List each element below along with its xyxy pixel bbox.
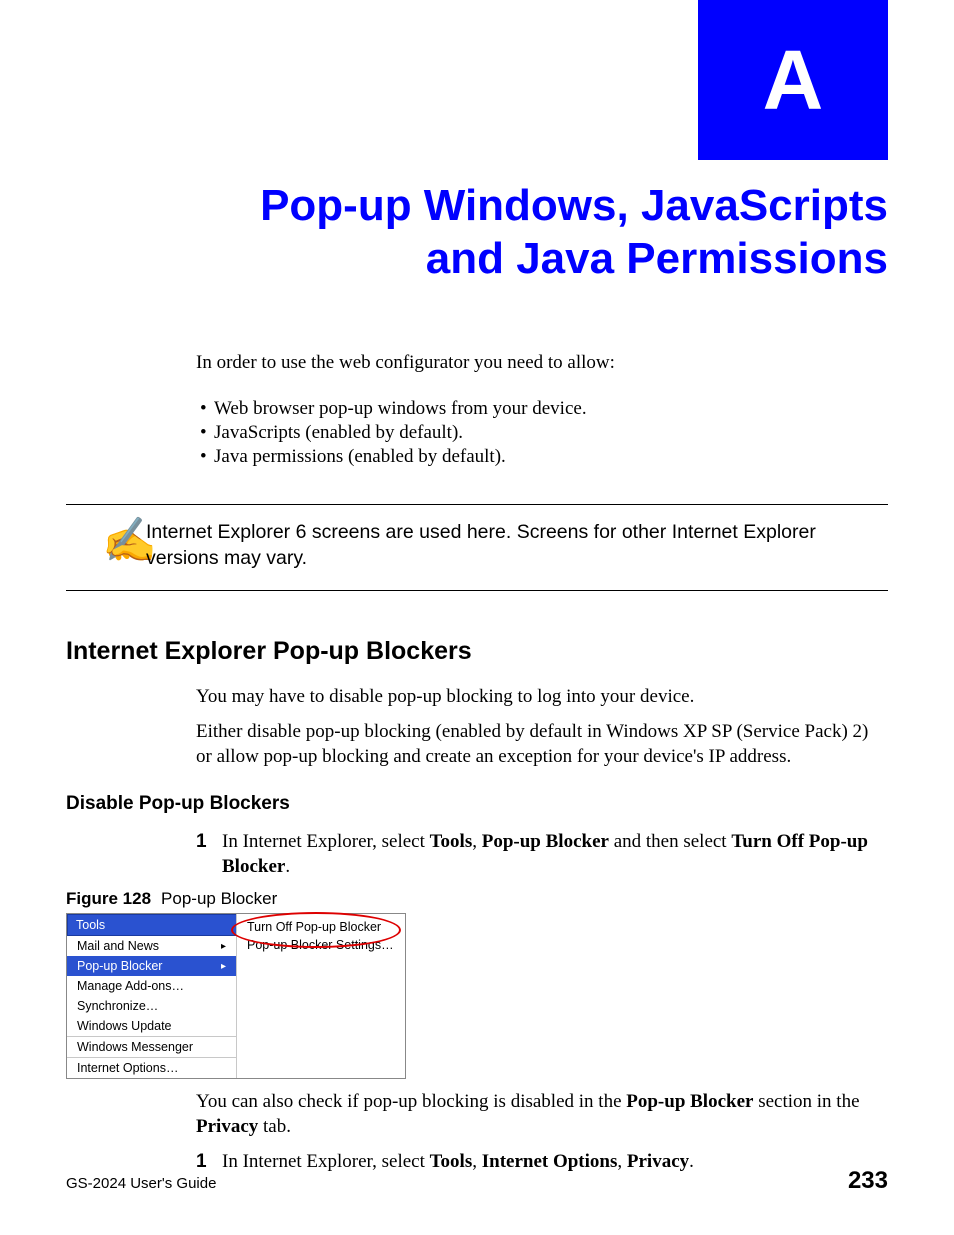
- footer-page-number: 233: [848, 1167, 888, 1195]
- step-1: 1 In Internet Explorer, select Tools, Po…: [196, 829, 888, 879]
- menu-item-label: Pop-up Blocker: [77, 959, 162, 973]
- step-text: In Internet Explorer, select Tools, Pop-…: [222, 829, 888, 879]
- note-text: Internet Explorer 6 screens are used her…: [146, 519, 888, 572]
- text-fragment: and then select: [609, 831, 731, 852]
- menu-item-popup-blocker[interactable]: Pop-up Blocker ▸: [67, 956, 236, 976]
- note-block: ✍ Internet Explorer 6 screens are used h…: [66, 504, 888, 591]
- page-footer: GS-2024 User's Guide 233: [66, 1167, 888, 1195]
- menu-item-mail-and-news[interactable]: Mail and News ▸: [67, 936, 236, 956]
- text-fragment: tab.: [258, 1116, 291, 1137]
- submenu-item-turn-off[interactable]: Turn Off Pop-up Blocker: [239, 918, 403, 936]
- text-fragment: .: [285, 856, 290, 877]
- appendix-tab: A: [698, 0, 888, 160]
- figure-label: Figure 128: [66, 889, 151, 908]
- appendix-letter: A: [763, 38, 824, 122]
- list-item: Java permissions (enabled by default).: [214, 446, 888, 468]
- text-fragment: ,: [472, 831, 482, 852]
- requirements-list: Web browser pop-up windows from your dev…: [196, 398, 888, 468]
- menu-item-label: Windows Update: [77, 1019, 172, 1033]
- menu-item-windows-messenger[interactable]: Windows Messenger: [67, 1036, 236, 1057]
- note-icon: ✍: [66, 519, 146, 563]
- text-fragment: section in the: [753, 1091, 859, 1112]
- figure-title: Pop-up Blocker: [161, 889, 277, 908]
- menu-item-manage-addons[interactable]: Manage Add-ons…: [67, 976, 236, 996]
- list-item: Web browser pop-up windows from your dev…: [214, 398, 888, 420]
- menu-item-label: Synchronize…: [77, 999, 158, 1013]
- popup-blocker-submenu: Turn Off Pop-up Blocker Pop-up Blocker S…: [237, 914, 405, 1078]
- text-fragment: You can also check if pop-up blocking is…: [196, 1091, 626, 1112]
- chapter-title-line1: Pop-up Windows, JavaScripts: [260, 181, 888, 230]
- menu-item-windows-update[interactable]: Windows Update: [67, 1016, 236, 1036]
- bold-tools: Tools: [430, 831, 473, 852]
- menu-item-label: Windows Messenger: [77, 1040, 193, 1054]
- bold-privacy: Privacy: [196, 1116, 258, 1137]
- intro-text: In order to use the web configurator you…: [196, 352, 888, 374]
- paragraph: You may have to disable pop-up blocking …: [196, 684, 888, 709]
- figure-screenshot: Tools Mail and News ▸ Pop-up Blocker ▸ M…: [66, 913, 406, 1079]
- content-area: In order to use the web configurator you…: [66, 352, 888, 1184]
- menu-item-label: Internet Options…: [77, 1061, 178, 1075]
- menu-item-internet-options[interactable]: Internet Options…: [67, 1057, 236, 1078]
- tools-menu: Tools Mail and News ▸ Pop-up Blocker ▸ M…: [67, 914, 237, 1078]
- bold-popup-blocker: Pop-up Blocker: [482, 831, 609, 852]
- paragraph: You can also check if pop-up blocking is…: [196, 1089, 888, 1139]
- page: A Pop-up Windows, JavaScripts and Java P…: [0, 0, 954, 1235]
- figure-caption: Figure 128 Pop-up Blocker: [66, 889, 888, 909]
- heading-ie-popup-blockers: Internet Explorer Pop-up Blockers: [66, 637, 888, 666]
- chevron-right-icon: ▸: [221, 961, 226, 972]
- menu-item-synchronize[interactable]: Synchronize…: [67, 996, 236, 1016]
- chapter-title: Pop-up Windows, JavaScripts and Java Per…: [66, 180, 888, 286]
- submenu-item-settings[interactable]: Pop-up Blocker Settings…: [239, 936, 403, 954]
- menu-item-label: Mail and News: [77, 939, 159, 953]
- chevron-right-icon: ▸: [221, 941, 226, 952]
- footer-guide-name: GS-2024 User's Guide: [66, 1175, 216, 1192]
- text-fragment: In Internet Explorer, select: [222, 831, 430, 852]
- chapter-title-line2: and Java Permissions: [426, 234, 888, 283]
- heading-disable-popup-blockers: Disable Pop-up Blockers: [66, 793, 888, 815]
- menu-header-tools[interactable]: Tools: [67, 914, 236, 936]
- list-item: JavaScripts (enabled by default).: [214, 422, 888, 444]
- bold-popup-blocker: Pop-up Blocker: [626, 1091, 753, 1112]
- paragraph: Either disable pop-up blocking (enabled …: [196, 719, 888, 769]
- menu-item-label: Manage Add-ons…: [77, 979, 184, 993]
- step-number: 1: [196, 829, 222, 879]
